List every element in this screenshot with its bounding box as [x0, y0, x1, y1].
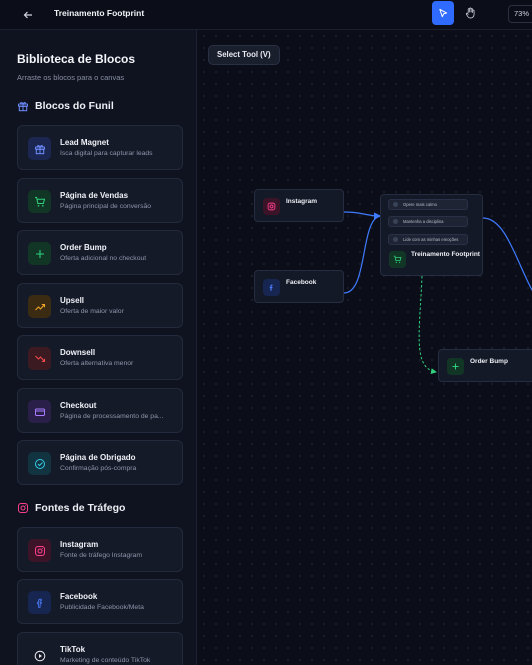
card-title: TikTok [60, 645, 86, 654]
section-traffic-sources: Fontes de Tráfego [17, 502, 125, 514]
top-bar: Treinamento Footprint 73% [0, 0, 532, 30]
node-label: Instagram [286, 198, 318, 205]
facebook-icon [28, 591, 51, 614]
page-item: Lide com as minhas emoções [388, 234, 468, 245]
block-card-upsell[interactable]: Upsell Oferta de maior valor [17, 283, 183, 328]
card-title: Upsell [60, 296, 85, 305]
block-card-lead-magnet[interactable]: Lead Magnet Isca digital para capturar l… [17, 125, 183, 170]
card-description: Isca digital para capturar leads [60, 150, 153, 157]
card-title: Lead Magnet [60, 138, 109, 147]
card-title: Downsell [60, 348, 96, 357]
node-label: Facebook [286, 279, 317, 286]
block-card-sales-page[interactable]: Página de Vendas Página principal de con… [17, 178, 183, 223]
block-card-facebook[interactable]: Facebook Publicidade Facebook/Meta [17, 579, 183, 624]
hand-tool-button[interactable] [459, 1, 481, 25]
trending-down-icon [28, 347, 51, 370]
node-label: Order Bump [470, 358, 508, 365]
facebook-icon [263, 279, 280, 296]
block-card-tiktok[interactable]: TikTok Marketing de conteúdo TikTok [17, 632, 183, 665]
edge-page-to-right[interactable] [482, 217, 532, 300]
block-card-checkout[interactable]: Checkout Página de processamento de pa..… [17, 388, 183, 433]
node-order-bump[interactable]: Order Bump [438, 349, 532, 382]
instagram-icon [17, 502, 29, 514]
block-card-instagram[interactable]: Instagram Fonte de tráfego Instagram [17, 527, 183, 572]
card-description: Fonte de tráfego Instagram [60, 552, 142, 559]
node-instagram[interactable]: Instagram [254, 189, 344, 222]
edge-page-to-order-bump[interactable] [418, 275, 437, 375]
block-card-order-bump[interactable]: Order Bump Oferta adicional no checkout [17, 230, 183, 275]
page-title: Treinamento Footprint [54, 8, 145, 18]
card-description: Oferta adicional no checkout [60, 255, 147, 262]
card-title: Checkout [60, 401, 97, 410]
block-card-downsell[interactable]: Downsell Oferta alternativa menor [17, 335, 183, 380]
sidebar-title: Biblioteca de Blocos [17, 52, 136, 66]
page-item: Mantenha a disciplina [388, 216, 468, 227]
node-sales-page[interactable]: Opere mais calmo Mantenha a disciplina L… [380, 194, 483, 276]
card-description: Marketing de conteúdo TikTok [60, 657, 151, 664]
cursor-icon [438, 8, 447, 17]
select-tool-button[interactable] [432, 1, 454, 25]
plus-icon [447, 358, 464, 375]
cart-icon [389, 251, 406, 268]
card-description: Oferta alternativa menor [60, 360, 134, 367]
sidebar-subtitle: Arraste os blocos para o canvas [17, 73, 125, 82]
card-title: Order Bump [60, 243, 107, 252]
card-description: Página principal de conversão [60, 203, 152, 210]
node-label: Treinamento Footprint [411, 251, 480, 258]
gift-icon [28, 137, 51, 160]
section-funnel-blocks: Blocos do Funil [17, 100, 114, 112]
credit-card-icon [28, 400, 51, 423]
node-facebook[interactable]: Facebook [254, 270, 344, 303]
card-description: Página de processamento de pa... [60, 413, 164, 420]
trending-up-icon [28, 295, 51, 318]
section-label: Blocos do Funil [35, 100, 114, 112]
instagram-icon [28, 539, 51, 562]
zoom-level[interactable]: 73% [508, 5, 532, 23]
edges-layer [343, 211, 532, 375]
card-description: Oferta de maior valor [60, 308, 124, 315]
funnel-canvas[interactable]: Select Tool (V) Instagram Facebook Opere… [198, 30, 532, 665]
card-title: Facebook [60, 592, 98, 601]
card-title: Instagram [60, 540, 99, 549]
block-library-sidebar: Biblioteca de Blocos Arraste os blocos p… [0, 30, 197, 665]
arrow-left-icon[interactable] [18, 5, 38, 25]
card-title: Página de Vendas [60, 191, 129, 200]
gift-icon [17, 100, 29, 112]
card-description: Publicidade Facebook/Meta [60, 604, 144, 611]
cart-icon [28, 190, 51, 213]
check-circle-icon [28, 452, 51, 475]
hand-icon [465, 7, 474, 19]
plus-icon [28, 242, 51, 265]
card-title: Página de Obrigado [60, 453, 136, 462]
edge-facebook-to-page[interactable] [343, 215, 381, 294]
card-description: Confirmação pós-compra [60, 465, 137, 472]
page-item: Opere mais calmo [388, 199, 468, 210]
select-tool-indicator[interactable]: Select Tool (V) [208, 45, 280, 65]
section-label: Fontes de Tráfego [35, 502, 126, 514]
edge-instagram-to-page[interactable] [343, 211, 382, 220]
tiktok-icon [28, 644, 51, 665]
block-card-thank-you-page[interactable]: Página de Obrigado Confirmação pós-compr… [17, 440, 183, 485]
instagram-icon [263, 198, 280, 215]
